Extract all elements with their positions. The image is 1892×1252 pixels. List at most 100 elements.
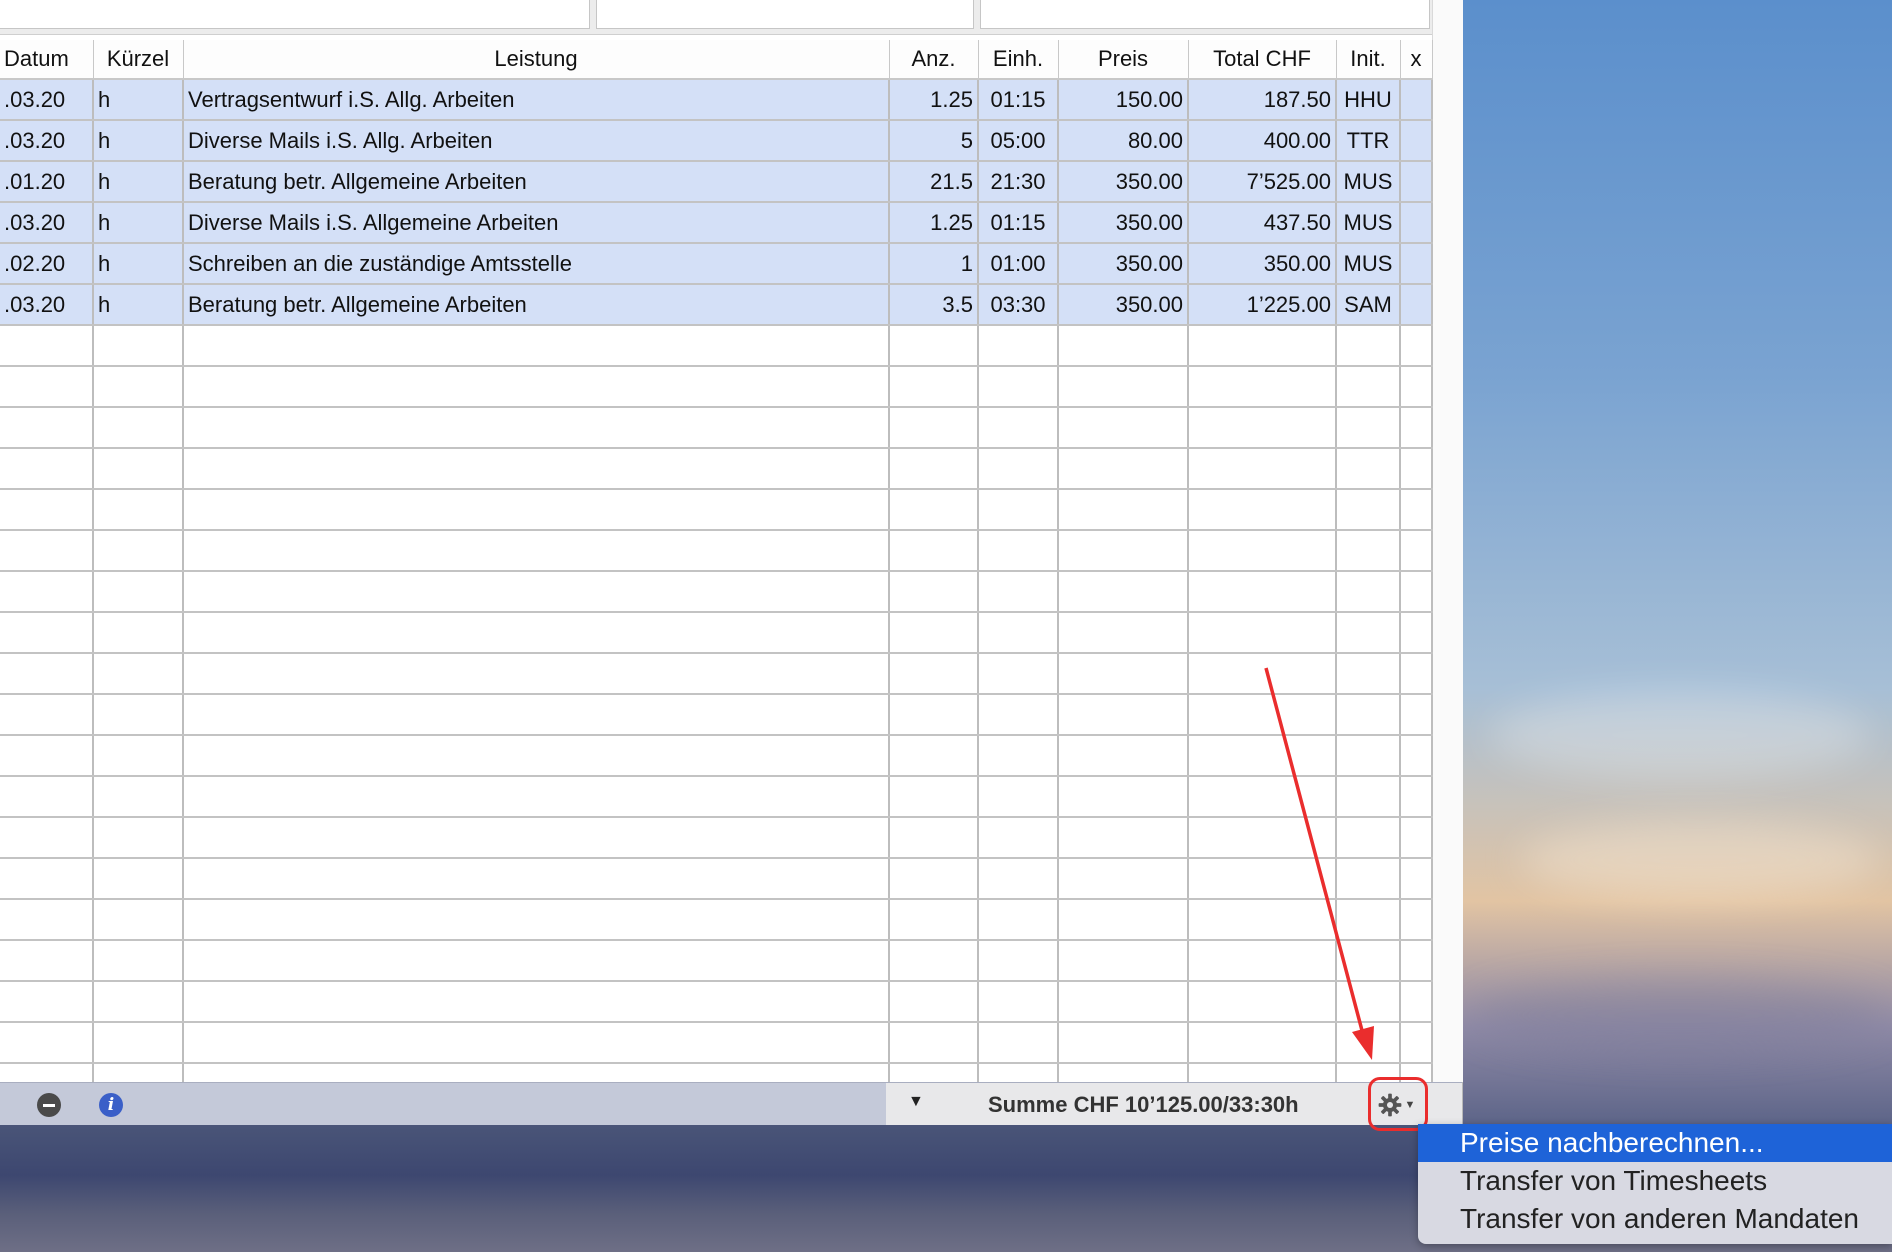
cell-datum[interactable] bbox=[0, 776, 94, 818]
cell-datum[interactable] bbox=[0, 653, 94, 695]
cell-preis[interactable]: 350.00 bbox=[1058, 202, 1189, 244]
cell-einh[interactable] bbox=[978, 448, 1059, 490]
cell-einh[interactable]: 03:30 bbox=[978, 284, 1059, 326]
cell-leistung[interactable] bbox=[183, 694, 890, 736]
cell-einh[interactable]: 05:00 bbox=[978, 120, 1059, 162]
cell-kuerzel[interactable] bbox=[93, 1022, 184, 1064]
cell-preis[interactable] bbox=[1058, 1022, 1189, 1064]
cell-einh[interactable] bbox=[978, 530, 1059, 572]
cell-leistung[interactable]: Vertragsentwurf i.S. Allg. Arbeiten bbox=[183, 79, 890, 121]
cell-einh[interactable]: 01:00 bbox=[978, 243, 1059, 285]
cell-datum[interactable] bbox=[0, 735, 94, 777]
cell-anz[interactable]: 1.25 bbox=[889, 202, 979, 244]
table-row-empty[interactable] bbox=[0, 325, 1433, 367]
table-row-empty[interactable] bbox=[0, 940, 1433, 982]
cell-preis[interactable] bbox=[1058, 571, 1189, 613]
cell-x[interactable] bbox=[1400, 776, 1433, 818]
table-row-empty[interactable] bbox=[0, 735, 1433, 777]
table-row-empty[interactable] bbox=[0, 694, 1433, 736]
cell-x[interactable] bbox=[1400, 612, 1433, 654]
cell-total[interactable] bbox=[1188, 817, 1337, 859]
cell-anz[interactable]: 3.5 bbox=[889, 284, 979, 326]
cell-total[interactable] bbox=[1188, 612, 1337, 654]
table-row-empty[interactable] bbox=[0, 899, 1433, 941]
cell-total[interactable] bbox=[1188, 325, 1337, 367]
cell-init[interactable] bbox=[1336, 325, 1401, 367]
cell-total[interactable] bbox=[1188, 981, 1337, 1023]
cell-preis[interactable] bbox=[1058, 489, 1189, 531]
cell-init[interactable] bbox=[1336, 735, 1401, 777]
cell-init[interactable] bbox=[1336, 489, 1401, 531]
cell-total[interactable] bbox=[1188, 735, 1337, 777]
table-row-empty[interactable] bbox=[0, 530, 1433, 572]
cell-kuerzel[interactable] bbox=[93, 940, 184, 982]
cell-total[interactable] bbox=[1188, 1022, 1337, 1064]
menu-item-transfer-mandaten[interactable]: Transfer von anderen Mandaten bbox=[1418, 1200, 1892, 1238]
cell-init[interactable] bbox=[1336, 407, 1401, 449]
cell-init[interactable] bbox=[1336, 694, 1401, 736]
cell-total[interactable] bbox=[1188, 407, 1337, 449]
cell-init[interactable]: MUS bbox=[1336, 202, 1401, 244]
cell-leistung[interactable] bbox=[183, 1022, 890, 1064]
cell-x[interactable] bbox=[1400, 79, 1433, 121]
table-row[interactable]: .03.20 h Vertragsentwurf i.S. Allg. Arbeit… bbox=[0, 79, 1433, 121]
table-row-empty[interactable] bbox=[0, 366, 1433, 408]
cell-init[interactable] bbox=[1336, 653, 1401, 695]
cell-einh[interactable] bbox=[978, 981, 1059, 1023]
top-field-2[interactable] bbox=[596, 0, 974, 29]
cell-preis[interactable] bbox=[1058, 325, 1189, 367]
cell-preis[interactable] bbox=[1058, 530, 1189, 572]
cell-init[interactable] bbox=[1336, 571, 1401, 613]
cell-leistung[interactable] bbox=[183, 407, 890, 449]
cell-leistung[interactable]: Diverse Mails i.S. Allg. Arbeiten bbox=[183, 120, 890, 162]
cell-x[interactable] bbox=[1400, 899, 1433, 941]
cell-x[interactable] bbox=[1400, 571, 1433, 613]
cell-x[interactable] bbox=[1400, 120, 1433, 162]
cell-kuerzel[interactable] bbox=[93, 448, 184, 490]
cell-leistung[interactable] bbox=[183, 735, 890, 777]
cell-init[interactable]: MUS bbox=[1336, 161, 1401, 203]
table-row-empty[interactable] bbox=[0, 653, 1433, 695]
cell-x[interactable] bbox=[1400, 530, 1433, 572]
cell-datum[interactable] bbox=[0, 612, 94, 654]
cell-total[interactable] bbox=[1188, 448, 1337, 490]
cell-preis[interactable]: 80.00 bbox=[1058, 120, 1189, 162]
table-row[interactable]: .03.20 h Beratung betr. Allgemeine Arbeite… bbox=[0, 284, 1433, 326]
cell-einh[interactable] bbox=[978, 735, 1059, 777]
cell-datum[interactable]: .03.20 bbox=[0, 284, 94, 326]
cell-kuerzel[interactable] bbox=[93, 694, 184, 736]
cell-datum[interactable] bbox=[0, 981, 94, 1023]
table-row[interactable]: .01.20 h Beratung betr. Allgemeine Arbeite… bbox=[0, 161, 1433, 203]
cell-anz[interactable] bbox=[889, 817, 979, 859]
cell-kuerzel[interactable]: h bbox=[93, 202, 184, 244]
cell-einh[interactable] bbox=[978, 940, 1059, 982]
cell-kuerzel[interactable] bbox=[93, 858, 184, 900]
cell-total[interactable] bbox=[1188, 653, 1337, 695]
table-row-empty[interactable] bbox=[0, 612, 1433, 654]
cell-anz[interactable] bbox=[889, 571, 979, 613]
cell-preis[interactable] bbox=[1058, 981, 1189, 1023]
cell-init[interactable]: HHU bbox=[1336, 79, 1401, 121]
cell-anz[interactable] bbox=[889, 612, 979, 654]
cell-leistung[interactable] bbox=[183, 489, 890, 531]
cell-einh[interactable] bbox=[978, 612, 1059, 654]
cell-preis[interactable] bbox=[1058, 817, 1189, 859]
cell-kuerzel[interactable] bbox=[93, 489, 184, 531]
cell-total[interactable] bbox=[1188, 489, 1337, 531]
cell-anz[interactable] bbox=[889, 899, 979, 941]
cell-kuerzel[interactable] bbox=[93, 899, 184, 941]
cell-anz[interactable] bbox=[889, 694, 979, 736]
cell-leistung[interactable] bbox=[183, 858, 890, 900]
cell-datum[interactable] bbox=[0, 571, 94, 613]
cell-datum[interactable] bbox=[0, 899, 94, 941]
table-row-empty[interactable] bbox=[0, 571, 1433, 613]
cell-anz[interactable] bbox=[889, 407, 979, 449]
cell-anz[interactable] bbox=[889, 366, 979, 408]
col-header-leistung[interactable]: Leistung bbox=[183, 40, 890, 80]
cell-leistung[interactable] bbox=[183, 776, 890, 818]
cell-init[interactable] bbox=[1336, 448, 1401, 490]
dropdown-triangle-icon[interactable]: ▼ bbox=[908, 1093, 924, 1111]
cell-einh[interactable] bbox=[978, 571, 1059, 613]
cell-kuerzel[interactable] bbox=[93, 325, 184, 367]
col-header-init[interactable]: Init. bbox=[1336, 40, 1401, 80]
